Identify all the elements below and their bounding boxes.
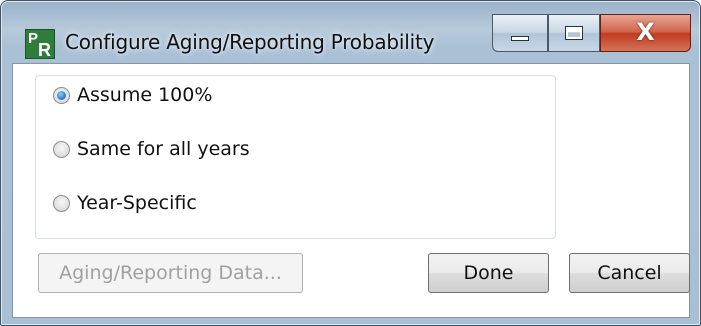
aging-reporting-data-button[interactable]: Aging/Reporting Data...	[38, 253, 303, 293]
dialog-content: Assume 100% Same for all years Year-Spec…	[12, 63, 690, 318]
radio-button[interactable]	[53, 140, 70, 158]
minimize-icon	[511, 35, 529, 41]
app-icon-letter-p: P	[28, 30, 39, 47]
close-icon: X	[636, 18, 655, 46]
radio-label-assume-100: Assume 100%	[77, 84, 213, 106]
cancel-button[interactable]: Cancel	[569, 253, 690, 293]
maximize-icon	[565, 26, 583, 40]
window-title: Configure Aging/Reporting Probability	[65, 30, 435, 54]
probability-options-group: Assume 100% Same for all years Year-Spec…	[35, 75, 556, 239]
radio-button-checked[interactable]	[53, 86, 70, 104]
app-icon: P R	[25, 29, 55, 60]
app-icon-letter-r: R	[38, 40, 51, 60]
radio-year-specific[interactable]: Year-Specific	[53, 190, 197, 216]
radio-same-for-all-years[interactable]: Same for all years	[53, 136, 250, 162]
close-button[interactable]: X	[600, 14, 691, 52]
maximize-button[interactable]	[548, 14, 600, 52]
radio-label-year-specific: Year-Specific	[77, 192, 197, 214]
radio-assume-100[interactable]: Assume 100%	[53, 82, 212, 108]
title-bar[interactable]: P R Configure Aging/Reporting Probabilit…	[1, 1, 700, 63]
window-controls: X	[492, 14, 691, 56]
done-button[interactable]: Done	[428, 253, 549, 293]
minimize-button[interactable]	[492, 14, 548, 52]
radio-button[interactable]	[53, 194, 70, 212]
dialog-window: P R Configure Aging/Reporting Probabilit…	[0, 0, 701, 326]
radio-label-same-for-all-years: Same for all years	[77, 138, 250, 160]
